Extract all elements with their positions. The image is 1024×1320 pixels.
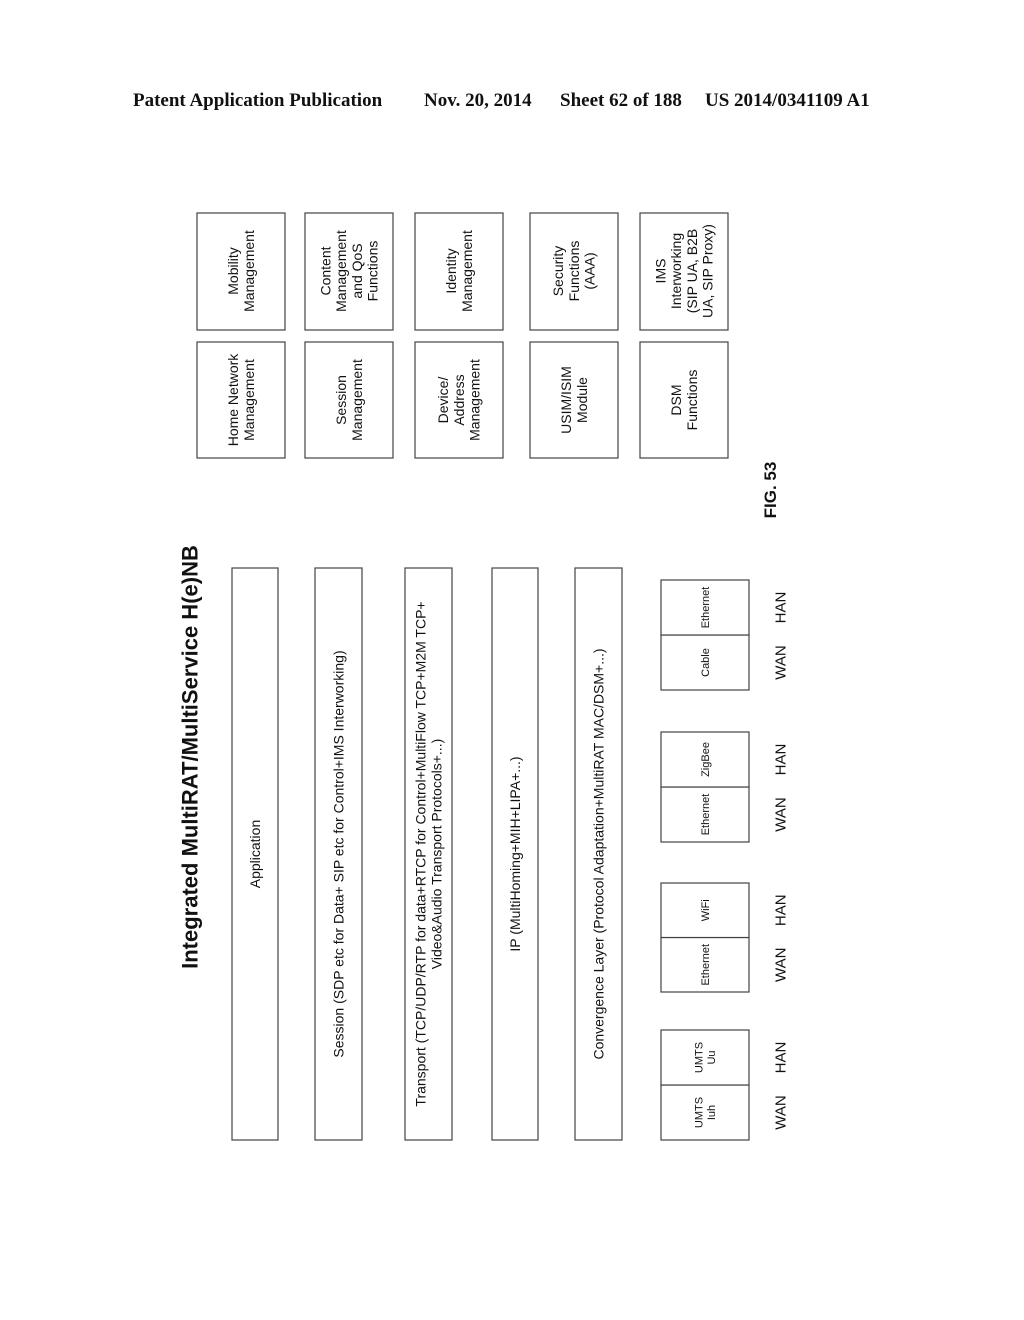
content-management-qos-label: Content bbox=[317, 246, 333, 295]
home-network-management-label: Home Network bbox=[225, 353, 241, 447]
umts-han-side-label-group: HAN bbox=[772, 1042, 789, 1074]
application-layer-label: Application bbox=[247, 820, 263, 889]
zigbee-han-label: ZigBee bbox=[700, 742, 712, 777]
cable-wan-label-group: Cable bbox=[700, 648, 712, 677]
zigbee-han-side-label: HAN bbox=[772, 744, 789, 776]
zigbee-wan-side-label-group: WAN bbox=[772, 797, 789, 831]
application-layer-label-group: Application bbox=[247, 820, 263, 889]
umts-han-label: UMTS bbox=[694, 1042, 706, 1073]
wifi-wan-label: Ethernet bbox=[700, 944, 712, 986]
device-address-management-label: Management bbox=[467, 359, 483, 441]
ims-interworking-label: Interworking bbox=[668, 233, 684, 309]
wifi-wan-side-label-group: WAN bbox=[772, 948, 789, 982]
identity-management-label: Identity bbox=[443, 248, 459, 293]
transport-layer-label: Transport (TCP/UDP/RTP for data+RTCP for… bbox=[413, 601, 429, 1106]
ip-layer-label-group: IP (MultiHoming+MIH+LIPA+...) bbox=[507, 756, 523, 951]
session-management-label: Management bbox=[349, 359, 365, 441]
content-management-qos-label: and QoS bbox=[349, 243, 365, 298]
session-layer-label-group: Session (SDP etc for Data+ SIP etc for C… bbox=[330, 650, 346, 1057]
cable-han-side-label-group: HAN bbox=[772, 592, 789, 624]
device-address-management-label: Device/ bbox=[435, 377, 451, 424]
wifi-han-side-label-group: HAN bbox=[772, 894, 789, 926]
zigbee-wan-side-label: WAN bbox=[772, 797, 789, 831]
usim-isim-module-label: Module bbox=[574, 377, 590, 423]
wifi-han-side-label: HAN bbox=[772, 894, 789, 926]
content-management-qos-label: Functions bbox=[364, 241, 380, 302]
zigbee-han-side-label-group: HAN bbox=[772, 744, 789, 776]
dsm-functions-label: Functions bbox=[684, 370, 700, 431]
security-functions-label: Security bbox=[550, 246, 566, 297]
security-functions-label: (AAA) bbox=[582, 252, 598, 289]
security-functions-label: Functions bbox=[566, 241, 582, 302]
umts-wan-label: UMTS bbox=[694, 1097, 706, 1128]
ims-interworking-label: IMS bbox=[652, 259, 668, 284]
ip-layer-label: IP (MultiHoming+MIH+LIPA+...) bbox=[507, 756, 523, 951]
identity-management-label: Management bbox=[459, 230, 475, 312]
convergence-layer-label-group: Convergence Layer (Protocol Adaptation+M… bbox=[590, 648, 606, 1059]
usim-isim-module-label: USIM/ISIM bbox=[558, 366, 574, 434]
architecture-diagram: Integrated MultiRAT/MultiService H(e)NB A… bbox=[178, 212, 789, 1141]
wifi-han-label-group: WiFi bbox=[700, 899, 712, 921]
figure-label: FIG. 53 bbox=[761, 462, 780, 519]
wifi-han-label: WiFi bbox=[700, 899, 712, 921]
ims-interworking-label: UA, SIP Proxy) bbox=[699, 224, 715, 318]
umts-wan-label: Iuh bbox=[706, 1105, 718, 1120]
mobility-management-label: Management bbox=[241, 230, 257, 312]
umts-wan-side-label: WAN bbox=[772, 1095, 789, 1129]
home-network-management-label: Management bbox=[241, 359, 257, 441]
cable-wan-side-label-group: WAN bbox=[772, 645, 789, 679]
figure-label-group: FIG. 53 bbox=[761, 462, 780, 519]
wifi-wan-side-label: WAN bbox=[772, 948, 789, 982]
zigbee-han-label-group: ZigBee bbox=[700, 742, 712, 777]
convergence-layer-label: Convergence Layer (Protocol Adaptation+M… bbox=[590, 648, 606, 1059]
diagram-title: Integrated MultiRAT/MultiService H(e)NB bbox=[178, 545, 203, 969]
diagram-title-group: Integrated MultiRAT/MultiService H(e)NB bbox=[178, 545, 203, 969]
cable-wan-side-label: WAN bbox=[772, 645, 789, 679]
cable-han-label-group: Ethernet bbox=[700, 587, 712, 629]
wifi-wan-label-group: Ethernet bbox=[700, 944, 712, 986]
ims-interworking-label: (SIP UA, B2B bbox=[684, 229, 700, 314]
dsm-functions-label: DSM bbox=[668, 384, 684, 415]
umts-wan-side-label-group: WAN bbox=[772, 1095, 789, 1129]
session-management-label: Session bbox=[333, 375, 349, 425]
home-network-management-label-group: Home Network Management bbox=[225, 353, 257, 447]
content-management-qos-label: Management bbox=[333, 230, 349, 312]
cable-wan-label: Cable bbox=[700, 648, 712, 677]
cable-han-label: Ethernet bbox=[700, 587, 712, 629]
zigbee-wan-label-group: Ethernet bbox=[700, 794, 712, 836]
device-address-management-label: Address bbox=[451, 374, 467, 425]
transport-layer-label: Video&Audio Transport Protocols+...) bbox=[428, 739, 444, 969]
mobility-management-label: Mobility bbox=[225, 247, 241, 294]
umts-han-label: Uu bbox=[706, 1050, 718, 1064]
umts-han-side-label: HAN bbox=[772, 1042, 789, 1074]
session-layer-label: Session (SDP etc for Data+ SIP etc for C… bbox=[330, 650, 346, 1057]
zigbee-wan-label: Ethernet bbox=[700, 794, 712, 836]
cable-han-side-label: HAN bbox=[772, 592, 789, 624]
